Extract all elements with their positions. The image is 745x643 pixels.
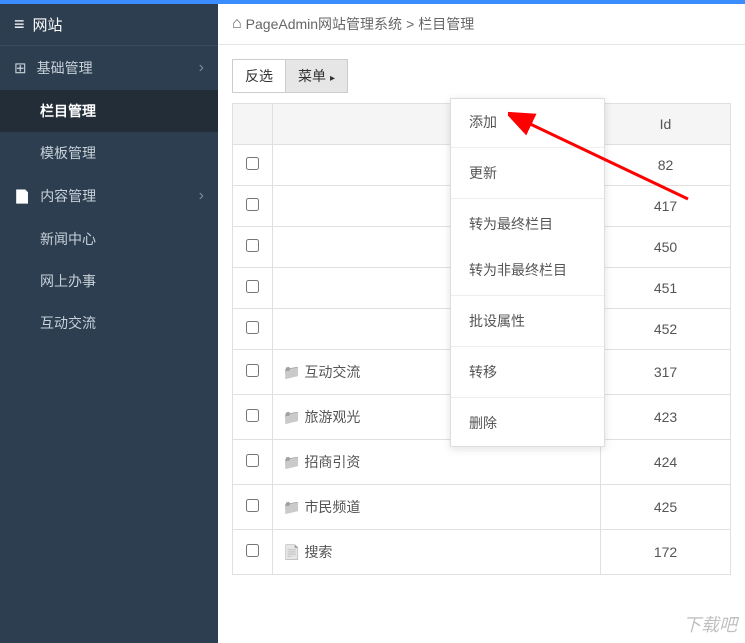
main-content: PageAdmin网站管理系统 > 栏目管理 反选 菜单 Id 8241 — [218, 4, 745, 643]
row-id: 417 — [601, 186, 731, 227]
row-check-cell — [233, 350, 273, 395]
hamburger-icon — [14, 14, 25, 35]
row-check-cell — [233, 268, 273, 309]
row-checkbox[interactable] — [246, 499, 259, 512]
sidebar-header: 网站 — [0, 4, 218, 46]
grid-icon — [14, 59, 27, 77]
row-name: 旅游观光 — [304, 409, 360, 425]
breadcrumb-root[interactable]: PageAdmin网站管理系统 — [246, 14, 402, 34]
menu-item-to-nonfinal[interactable]: 转为非最终栏目 — [451, 247, 604, 293]
row-checkbox[interactable] — [246, 409, 259, 422]
row-check-cell — [233, 440, 273, 485]
row-check-cell — [233, 309, 273, 350]
row-checkbox[interactable] — [246, 544, 259, 557]
col-header-id: Id — [601, 104, 731, 145]
table-row: 📁市民频道425 — [233, 485, 731, 530]
sidebar-item-column-manage[interactable]: 栏目管理 — [0, 90, 218, 132]
sidebar-item-label: 网上办事 — [40, 273, 96, 289]
sidebar-group-basic[interactable]: 基础管理 — [0, 46, 218, 90]
menu-item-add[interactable]: 添加 — [451, 99, 604, 145]
sidebar-item-interaction[interactable]: 互动交流 — [0, 302, 218, 344]
document-icon: 📄 — [283, 544, 300, 560]
table-row: 📄搜索172 — [233, 530, 731, 575]
chevron-right-icon — [199, 187, 204, 205]
chevron-right-icon — [199, 59, 204, 77]
row-id: 452 — [601, 309, 731, 350]
menu-item-move[interactable]: 转移 — [451, 349, 604, 395]
row-id: 424 — [601, 440, 731, 485]
menu-item-batch-attr[interactable]: 批设属性 — [451, 298, 604, 344]
menu-button[interactable]: 菜单 — [286, 59, 348, 93]
breadcrumb-current: 栏目管理 — [418, 14, 474, 34]
row-check-cell — [233, 186, 273, 227]
row-checkbox[interactable] — [246, 364, 259, 377]
row-checkbox[interactable] — [246, 198, 259, 211]
sidebar-item-template-manage[interactable]: 模板管理 — [0, 132, 218, 174]
menu-item-delete[interactable]: 删除 — [451, 400, 604, 446]
sidebar-group-label: 内容管理 — [40, 186, 96, 206]
invert-select-button[interactable]: 反选 — [232, 59, 286, 93]
sidebar-item-online-service[interactable]: 网上办事 — [0, 260, 218, 302]
row-checkbox[interactable] — [246, 454, 259, 467]
col-header-check — [233, 104, 273, 145]
sidebar: 网站 基础管理 栏目管理 模板管理 内容管理 新闻中心 网上办事 互动交流 — [0, 4, 218, 643]
row-name: 互动交流 — [304, 364, 360, 380]
sidebar-item-label: 栏目管理 — [40, 103, 96, 119]
row-id: 172 — [601, 530, 731, 575]
row-id: 317 — [601, 350, 731, 395]
folder-icon: 📁 — [283, 454, 300, 470]
breadcrumb: PageAdmin网站管理系统 > 栏目管理 — [218, 4, 745, 45]
home-icon — [232, 15, 242, 33]
folder-icon: 📁 — [283, 364, 300, 380]
row-check-cell — [233, 395, 273, 440]
row-id: 451 — [601, 268, 731, 309]
row-id: 423 — [601, 395, 731, 440]
sidebar-item-label: 新闻中心 — [40, 231, 96, 247]
menu-item-refresh[interactable]: 更新 — [451, 150, 604, 196]
toolbar: 反选 菜单 — [218, 45, 745, 103]
sidebar-item-news[interactable]: 新闻中心 — [0, 218, 218, 260]
sidebar-item-label: 模板管理 — [40, 145, 96, 161]
row-id: 450 — [601, 227, 731, 268]
row-name: 搜索 — [304, 544, 332, 560]
row-name-cell[interactable]: 📄搜索 — [273, 530, 601, 575]
row-check-cell — [233, 227, 273, 268]
row-check-cell — [233, 145, 273, 186]
row-check-cell — [233, 485, 273, 530]
row-id: 82 — [601, 145, 731, 186]
row-checkbox[interactable] — [246, 280, 259, 293]
menu-button-label: 菜单 — [298, 66, 326, 86]
breadcrumb-sep: > — [406, 16, 414, 32]
row-name: 招商引资 — [304, 454, 360, 470]
folder-icon: 📁 — [283, 409, 300, 425]
menu-dropdown: 添加 更新 转为最终栏目 转为非最终栏目 批设属性 转移 删除 — [450, 98, 605, 447]
sidebar-item-label: 互动交流 — [40, 315, 96, 331]
sidebar-title: 网站 — [33, 14, 63, 35]
menu-item-to-final[interactable]: 转为最终栏目 — [451, 201, 604, 247]
page-icon — [14, 188, 30, 205]
folder-icon: 📁 — [283, 499, 300, 515]
caret-icon — [330, 68, 335, 84]
row-checkbox[interactable] — [246, 321, 259, 334]
row-checkbox[interactable] — [246, 239, 259, 252]
row-check-cell — [233, 530, 273, 575]
row-name: 市民频道 — [304, 499, 360, 515]
sidebar-group-label: 基础管理 — [37, 58, 93, 78]
row-id: 425 — [601, 485, 731, 530]
row-checkbox[interactable] — [246, 157, 259, 170]
sidebar-group-content[interactable]: 内容管理 — [0, 174, 218, 218]
row-name-cell[interactable]: 📁市民频道 — [273, 485, 601, 530]
